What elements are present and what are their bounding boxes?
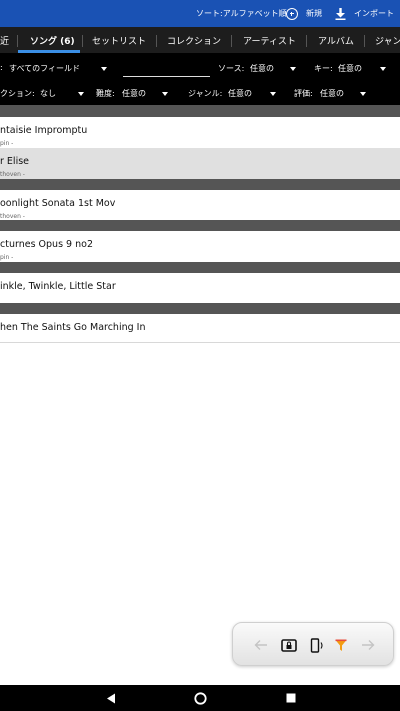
song-artist: pin - xyxy=(0,254,14,261)
song-row[interactable]: oonlight Sonata 1st Mov thoven - xyxy=(0,190,400,220)
add-circle-icon xyxy=(286,7,298,20)
tab-collections-label: コレクション xyxy=(167,36,222,47)
system-nav-bar xyxy=(0,685,400,711)
song-row[interactable]: inkle, Twinkle, Little Star xyxy=(0,273,400,303)
new-label: 新規 xyxy=(306,9,322,18)
difficulty-dropdown-value: 任意の xyxy=(122,89,146,98)
song-title: ntaisie Impromptu xyxy=(0,125,88,136)
tab-collections[interactable]: コレクション xyxy=(167,27,221,53)
recents-square-icon[interactable] xyxy=(284,685,298,711)
key-dropdown[interactable]: 任意の xyxy=(338,63,362,74)
tab-divider xyxy=(17,35,18,47)
back-arrow-icon[interactable] xyxy=(253,637,269,653)
tab-divider xyxy=(306,35,307,47)
screen-lock-icon[interactable] xyxy=(281,637,297,653)
song-title: inkle, Twinkle, Little Star xyxy=(0,281,116,292)
tab-divider xyxy=(231,35,232,47)
import-button[interactable]: インポート xyxy=(335,0,394,27)
home-circle-icon[interactable] xyxy=(192,685,208,711)
tab-divider xyxy=(82,35,83,47)
source-dropdown-value: 任意の xyxy=(250,64,274,73)
difficulty-label: 難度: xyxy=(96,89,115,98)
tab-setlists-label: セットリスト xyxy=(92,36,147,47)
new-button[interactable]: 新規 xyxy=(286,0,322,27)
floating-toolbar xyxy=(232,622,394,666)
tab-songs-label: ソング (6) xyxy=(30,36,75,47)
genre-dropdown-value: 任意の xyxy=(228,89,252,98)
tab-artists[interactable]: アーティスト xyxy=(243,27,296,53)
tab-setlists[interactable]: セットリスト xyxy=(92,27,146,53)
chevron-down-icon xyxy=(162,92,168,96)
key-label: キー: xyxy=(314,64,333,73)
tab-divider xyxy=(364,35,365,47)
collection-dropdown[interactable]: なし xyxy=(40,88,56,99)
chevron-down-icon xyxy=(380,67,386,71)
list-divider xyxy=(0,262,400,273)
sort-button[interactable]: ソート:アルファベット順 xyxy=(196,0,287,27)
tab-artists-label: アーティスト xyxy=(243,36,296,47)
tab-albums[interactable]: アルバム xyxy=(318,27,354,53)
song-row[interactable]: r Elise thoven - xyxy=(0,148,400,179)
difficulty-dropdown[interactable]: 任意の xyxy=(122,88,146,99)
filter-funnel-icon[interactable] xyxy=(333,637,349,653)
tab-genres-label: ジャン xyxy=(375,36,400,47)
chevron-down-icon xyxy=(101,67,107,71)
forward-arrow-icon[interactable] xyxy=(360,637,376,653)
genre-label: ジャンル: xyxy=(188,89,223,98)
song-row[interactable]: ntaisie Impromptu pin - xyxy=(0,117,400,148)
list-divider xyxy=(0,179,400,190)
song-artist: thoven - xyxy=(0,171,25,178)
collection-label: クション: xyxy=(0,89,35,98)
tab-recent[interactable]: 近 xyxy=(0,27,9,53)
download-icon xyxy=(335,7,346,20)
tab-genres[interactable]: ジャン xyxy=(375,27,400,53)
rating-dropdown[interactable]: 任意の xyxy=(320,88,344,99)
genre-dropdown[interactable]: 任意の xyxy=(228,88,252,99)
tab-albums-label: アルバム xyxy=(318,36,354,47)
import-label: インポート xyxy=(354,9,394,18)
phone-rotate-icon[interactable] xyxy=(309,637,325,653)
song-title: hen The Saints Go Marching In xyxy=(0,322,146,333)
key-dropdown-value: 任意の xyxy=(338,64,362,73)
rating-dropdown-value: 任意の xyxy=(320,89,344,98)
list-divider xyxy=(0,220,400,231)
song-row[interactable]: cturnes Opus 9 no2 pin - xyxy=(0,231,400,262)
source-label: ソース: xyxy=(218,64,245,73)
tab-recent-label: 近 xyxy=(0,36,10,47)
collection-dropdown-value: なし xyxy=(40,89,56,98)
song-title: oonlight Sonata 1st Mov xyxy=(0,198,116,209)
list-header-strip xyxy=(0,105,400,117)
song-artist: thoven - xyxy=(0,213,25,220)
sort-label: ソート:アルファベット順 xyxy=(196,9,287,18)
field-dropdown[interactable]: すべてのフィールド xyxy=(9,63,80,74)
source-dropdown[interactable]: 任意の xyxy=(250,63,274,74)
app-bar: ソート:アルファベット順 新規 インポート xyxy=(0,0,400,27)
filter-bar: : すべてのフィールド ソース: 任意の キー: 任意の クション: なし 難度… xyxy=(0,53,400,105)
song-title: cturnes Opus 9 no2 xyxy=(0,239,93,250)
field-dropdown-value: すべてのフィールド xyxy=(9,64,80,73)
chevron-down-icon xyxy=(270,92,276,96)
song-row[interactable]: hen The Saints Go Marching In xyxy=(0,314,400,343)
back-triangle-icon[interactable] xyxy=(103,685,119,711)
rating-label: 評価: xyxy=(294,89,313,98)
chevron-down-icon xyxy=(290,67,296,71)
chevron-down-icon xyxy=(78,92,84,96)
tab-divider xyxy=(156,35,157,47)
search-input[interactable] xyxy=(123,76,210,77)
song-artist: pin - xyxy=(0,140,14,147)
list-divider xyxy=(0,303,400,314)
field-prefix: : xyxy=(0,63,3,72)
chevron-down-icon xyxy=(360,92,366,96)
song-title: r Elise xyxy=(0,156,30,167)
